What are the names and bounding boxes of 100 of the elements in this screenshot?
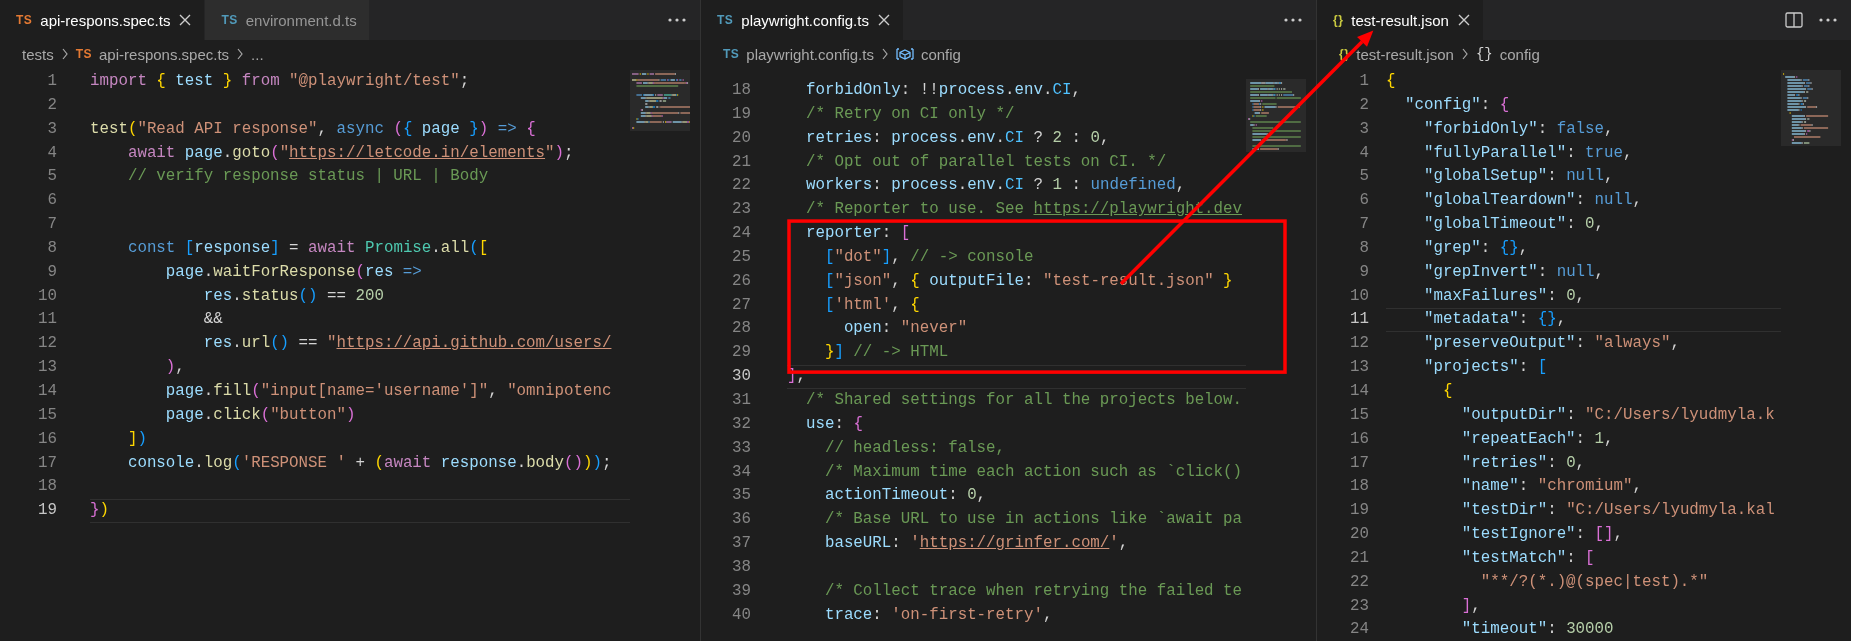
split-editor-icon[interactable] xyxy=(1785,11,1803,29)
line-number: 14 xyxy=(1349,380,1369,402)
line-number: 18 xyxy=(37,476,57,498)
code-line: "timeout": 30000 xyxy=(1460,619,1615,641)
line-number: 6 xyxy=(46,190,57,212)
line-number: 31 xyxy=(731,389,751,411)
chevron-icon xyxy=(60,47,69,61)
code-line: retries: process.env.CI ? 2 : 0, xyxy=(804,127,1111,149)
breadcrumb-item[interactable]: test-result.json xyxy=(1356,45,1454,63)
cube-icon xyxy=(895,46,914,62)
line-number: 8 xyxy=(46,237,57,259)
line-number: 24 xyxy=(1349,619,1369,641)
breadcrumb-item[interactable]: tests xyxy=(22,45,54,63)
more-icon[interactable] xyxy=(1819,18,1837,22)
line-number: 3 xyxy=(46,118,57,140)
code-line: "outputDir": "C:/Users/lyudmyla.k xyxy=(1460,404,1776,426)
code-line: forbidOnly: !!process.env.CI, xyxy=(804,80,1082,101)
file-icon: TS xyxy=(717,13,734,27)
code-line: workers: process.env.CI ? 1 : undefined, xyxy=(804,175,1187,197)
more-icon[interactable] xyxy=(1284,18,1302,22)
line-number: 11 xyxy=(1349,309,1369,331)
code-line: import { test } from "@playwright/test"; xyxy=(90,71,471,92)
file-icon: TS xyxy=(221,13,238,27)
line-number: 17 xyxy=(37,452,57,474)
line-number: 22 xyxy=(1349,571,1369,593)
editor-tab[interactable]: {} test-result.json xyxy=(1317,0,1484,40)
line-number: 38 xyxy=(731,556,751,578)
line-number: 10 xyxy=(1349,285,1369,307)
line-number: 2 xyxy=(46,94,57,116)
code-line: ["json", { outputFile: "test-result.json" } xyxy=(823,270,1234,292)
line-number: 11 xyxy=(37,309,57,331)
code-line: page.click("button") xyxy=(164,404,357,426)
code-line: page.fill("input[name='username']", "omnipotenc xyxy=(164,380,613,402)
code-line: "grep": {}, xyxy=(1422,237,1530,259)
line-number: 40 xyxy=(731,604,751,626)
line-number: 27 xyxy=(731,294,751,316)
line-number: 23 xyxy=(1349,595,1369,617)
editor-tab[interactable]: TS playwright.config.ts xyxy=(701,0,904,40)
code-line: test("Read API response", async ({ page }) => { xyxy=(90,118,537,140)
line-number: 32 xyxy=(731,413,751,435)
line-number: 10 xyxy=(37,285,57,307)
close-icon[interactable] xyxy=(876,13,891,27)
code-line: const [response] = await Promise.all([ xyxy=(126,237,490,259)
line-number: 33 xyxy=(731,437,751,459)
line-number: 9 xyxy=(46,261,57,283)
line-number: 7 xyxy=(1358,214,1369,236)
line-number: 15 xyxy=(1349,404,1369,426)
code-line: /* Retry on CI only */ xyxy=(804,103,1016,125)
close-icon[interactable] xyxy=(1456,13,1471,27)
line-number: 20 xyxy=(1349,524,1369,546)
file-icon: TS xyxy=(723,47,740,61)
breadcrumb-item[interactable]: ... xyxy=(251,45,264,63)
line-number: 29 xyxy=(731,342,751,364)
line-number: 13 xyxy=(37,357,57,379)
line-number: 37 xyxy=(731,533,751,555)
code-line: "maxFailures": 0, xyxy=(1422,285,1587,307)
code-line: "globalSetup": null, xyxy=(1422,166,1615,188)
code-line: res.status() == 200 xyxy=(202,285,385,307)
code-line: /* Base URL to use in actions like `await pa xyxy=(823,509,1244,531)
code-line: ]) xyxy=(126,428,148,450)
line-number: 22 xyxy=(731,175,751,197)
line-number: 4 xyxy=(1358,142,1369,164)
code-line: "**/?(*.)@(spec|test).*" xyxy=(1479,571,1710,593)
line-number: 12 xyxy=(1349,333,1369,355)
code-line: use: { xyxy=(804,413,864,435)
code-line: "testIgnore": [], xyxy=(1460,524,1624,546)
line-number: 39 xyxy=(731,580,751,602)
line-number: 5 xyxy=(1358,166,1369,188)
line-number: 8 xyxy=(1358,237,1369,259)
line-number: 9 xyxy=(1358,261,1369,283)
code-line: "forbidOnly": false, xyxy=(1422,118,1615,140)
code-line: "grepInvert": null, xyxy=(1422,261,1606,283)
code-line: console.log('RESPONSE ' + (await response.body())); xyxy=(126,452,613,474)
breadcrumb-item[interactable]: config xyxy=(1499,45,1540,63)
breadcrumb-item[interactable]: api-respons.spec.ts xyxy=(99,45,230,63)
breadcrumb-item[interactable]: playwright.config.ts xyxy=(746,45,874,63)
code-line: "metadata": {}, xyxy=(1386,308,1781,333)
editor-tab[interactable]: TS environment.d.ts xyxy=(205,0,370,40)
code-line: open: "never" xyxy=(842,318,969,340)
close-icon[interactable] xyxy=(178,13,193,27)
line-number: 18 xyxy=(731,80,751,101)
code-line: /* Collect trace when retrying the failed te xyxy=(823,580,1244,602)
code-line: baseURL: 'https://grinfer.com/', xyxy=(823,533,1130,555)
editor-tab[interactable]: TS api-respons.spec.ts xyxy=(0,0,206,40)
code-line: "retries": 0, xyxy=(1460,452,1587,474)
more-icon[interactable] xyxy=(668,18,686,22)
line-number: 21 xyxy=(731,151,751,173)
line-number: 17 xyxy=(1349,452,1369,474)
code-line: // headless: false, xyxy=(823,437,1007,459)
line-number: 16 xyxy=(37,428,57,450)
code-line: && xyxy=(202,309,224,331)
line-number: 19 xyxy=(731,103,751,125)
line-number: 12 xyxy=(37,333,57,355)
code-line: ), xyxy=(164,357,186,379)
line-number: 2 xyxy=(1358,94,1369,116)
code-line: ["dot"], // -> console xyxy=(823,246,1035,268)
line-number: 34 xyxy=(731,461,751,483)
line-number: 20 xyxy=(731,127,751,149)
line-number: 24 xyxy=(731,223,751,245)
breadcrumb-item[interactable]: config xyxy=(920,45,961,63)
